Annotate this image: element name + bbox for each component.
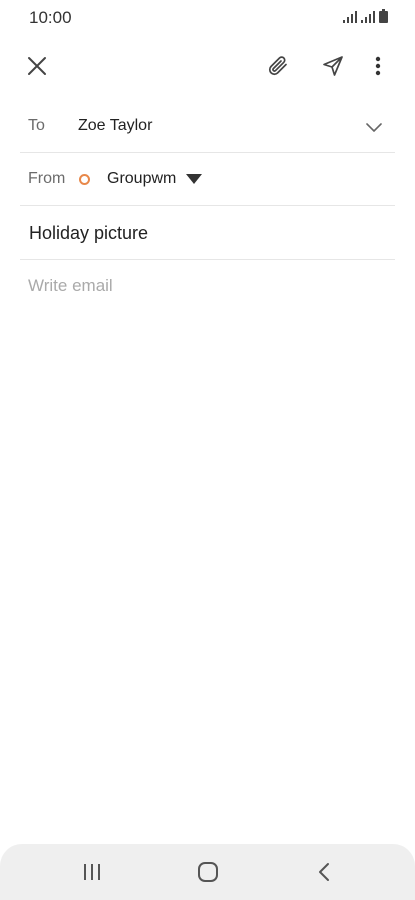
email-body-input[interactable]: Write email [28, 276, 388, 816]
chevron-down-icon[interactable] [363, 116, 385, 138]
subject-field[interactable]: Holiday picture [20, 206, 395, 260]
send-button[interactable] [311, 44, 355, 88]
attach-button[interactable] [256, 44, 300, 88]
battery-icon [379, 9, 388, 23]
recipient-chip[interactable]: Zoe Taylor [78, 117, 152, 135]
status-icons [343, 9, 388, 23]
subject-input[interactable]: Holiday picture [29, 223, 148, 244]
status-bar: 10:00 [0, 0, 415, 36]
signal-icon [343, 11, 357, 23]
signal-icon [361, 11, 375, 23]
recent-apps-icon [84, 864, 100, 880]
recent-apps-button[interactable] [72, 856, 112, 888]
to-field[interactable]: To Zoe Taylor [20, 100, 395, 153]
from-label: From [28, 170, 66, 187]
status-time: 10:00 [29, 8, 72, 27]
from-account[interactable]: Groupwm [107, 170, 176, 188]
navigation-bar [0, 844, 415, 900]
back-button[interactable] [304, 856, 344, 888]
account-color-dot-icon [79, 174, 90, 185]
back-icon [319, 863, 329, 881]
close-icon [28, 57, 46, 75]
close-button[interactable] [15, 44, 59, 88]
to-label: To [28, 117, 45, 134]
attach-icon [268, 56, 287, 76]
more-options-button[interactable] [356, 44, 400, 88]
dropdown-arrow-icon[interactable] [185, 173, 203, 185]
send-icon [323, 56, 343, 76]
home-icon [198, 862, 218, 882]
home-button[interactable] [188, 856, 228, 888]
more-vert-icon [375, 56, 381, 76]
toolbar [0, 44, 415, 88]
from-field[interactable]: From Groupwm [20, 153, 395, 206]
